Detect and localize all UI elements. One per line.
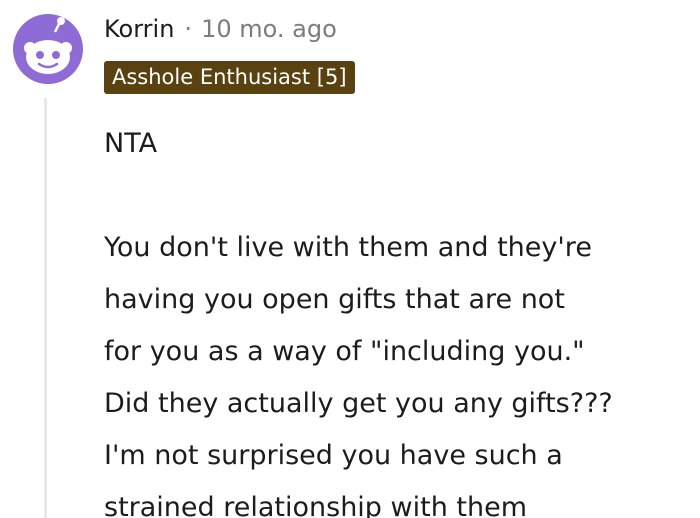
comment-body: NTA You don't live with them and they're… xyxy=(104,118,700,518)
comment-line: strained relationship with them xyxy=(104,492,528,518)
comment-verdict: NTA xyxy=(104,128,158,159)
comment-line: You don't live with them and they're xyxy=(104,232,592,263)
comment-line: Did they actually get you any gifts??? xyxy=(104,388,613,419)
comment-line: I'm not surprised you have such a xyxy=(104,440,563,471)
comment-line: for you as a way of "including you." xyxy=(104,336,585,367)
comment-timestamp[interactable]: 10 mo. ago xyxy=(201,15,337,43)
avatar[interactable] xyxy=(13,14,83,84)
comment-meta: Korrin · 10 mo. ago xyxy=(104,12,337,46)
author-name[interactable]: Korrin xyxy=(104,15,174,43)
user-flair: Asshole Enthusiast [5] xyxy=(104,61,355,94)
thread-line[interactable] xyxy=(44,98,47,518)
snoo-avatar-icon xyxy=(24,17,72,74)
meta-separator: · xyxy=(184,15,193,43)
comment: Korrin · 10 mo. ago Asshole Enthusiast [… xyxy=(0,0,700,518)
comment-line: having you open gifts that are not xyxy=(104,284,565,315)
comment-paragraph: You don't live with them and they're hav… xyxy=(104,222,700,518)
